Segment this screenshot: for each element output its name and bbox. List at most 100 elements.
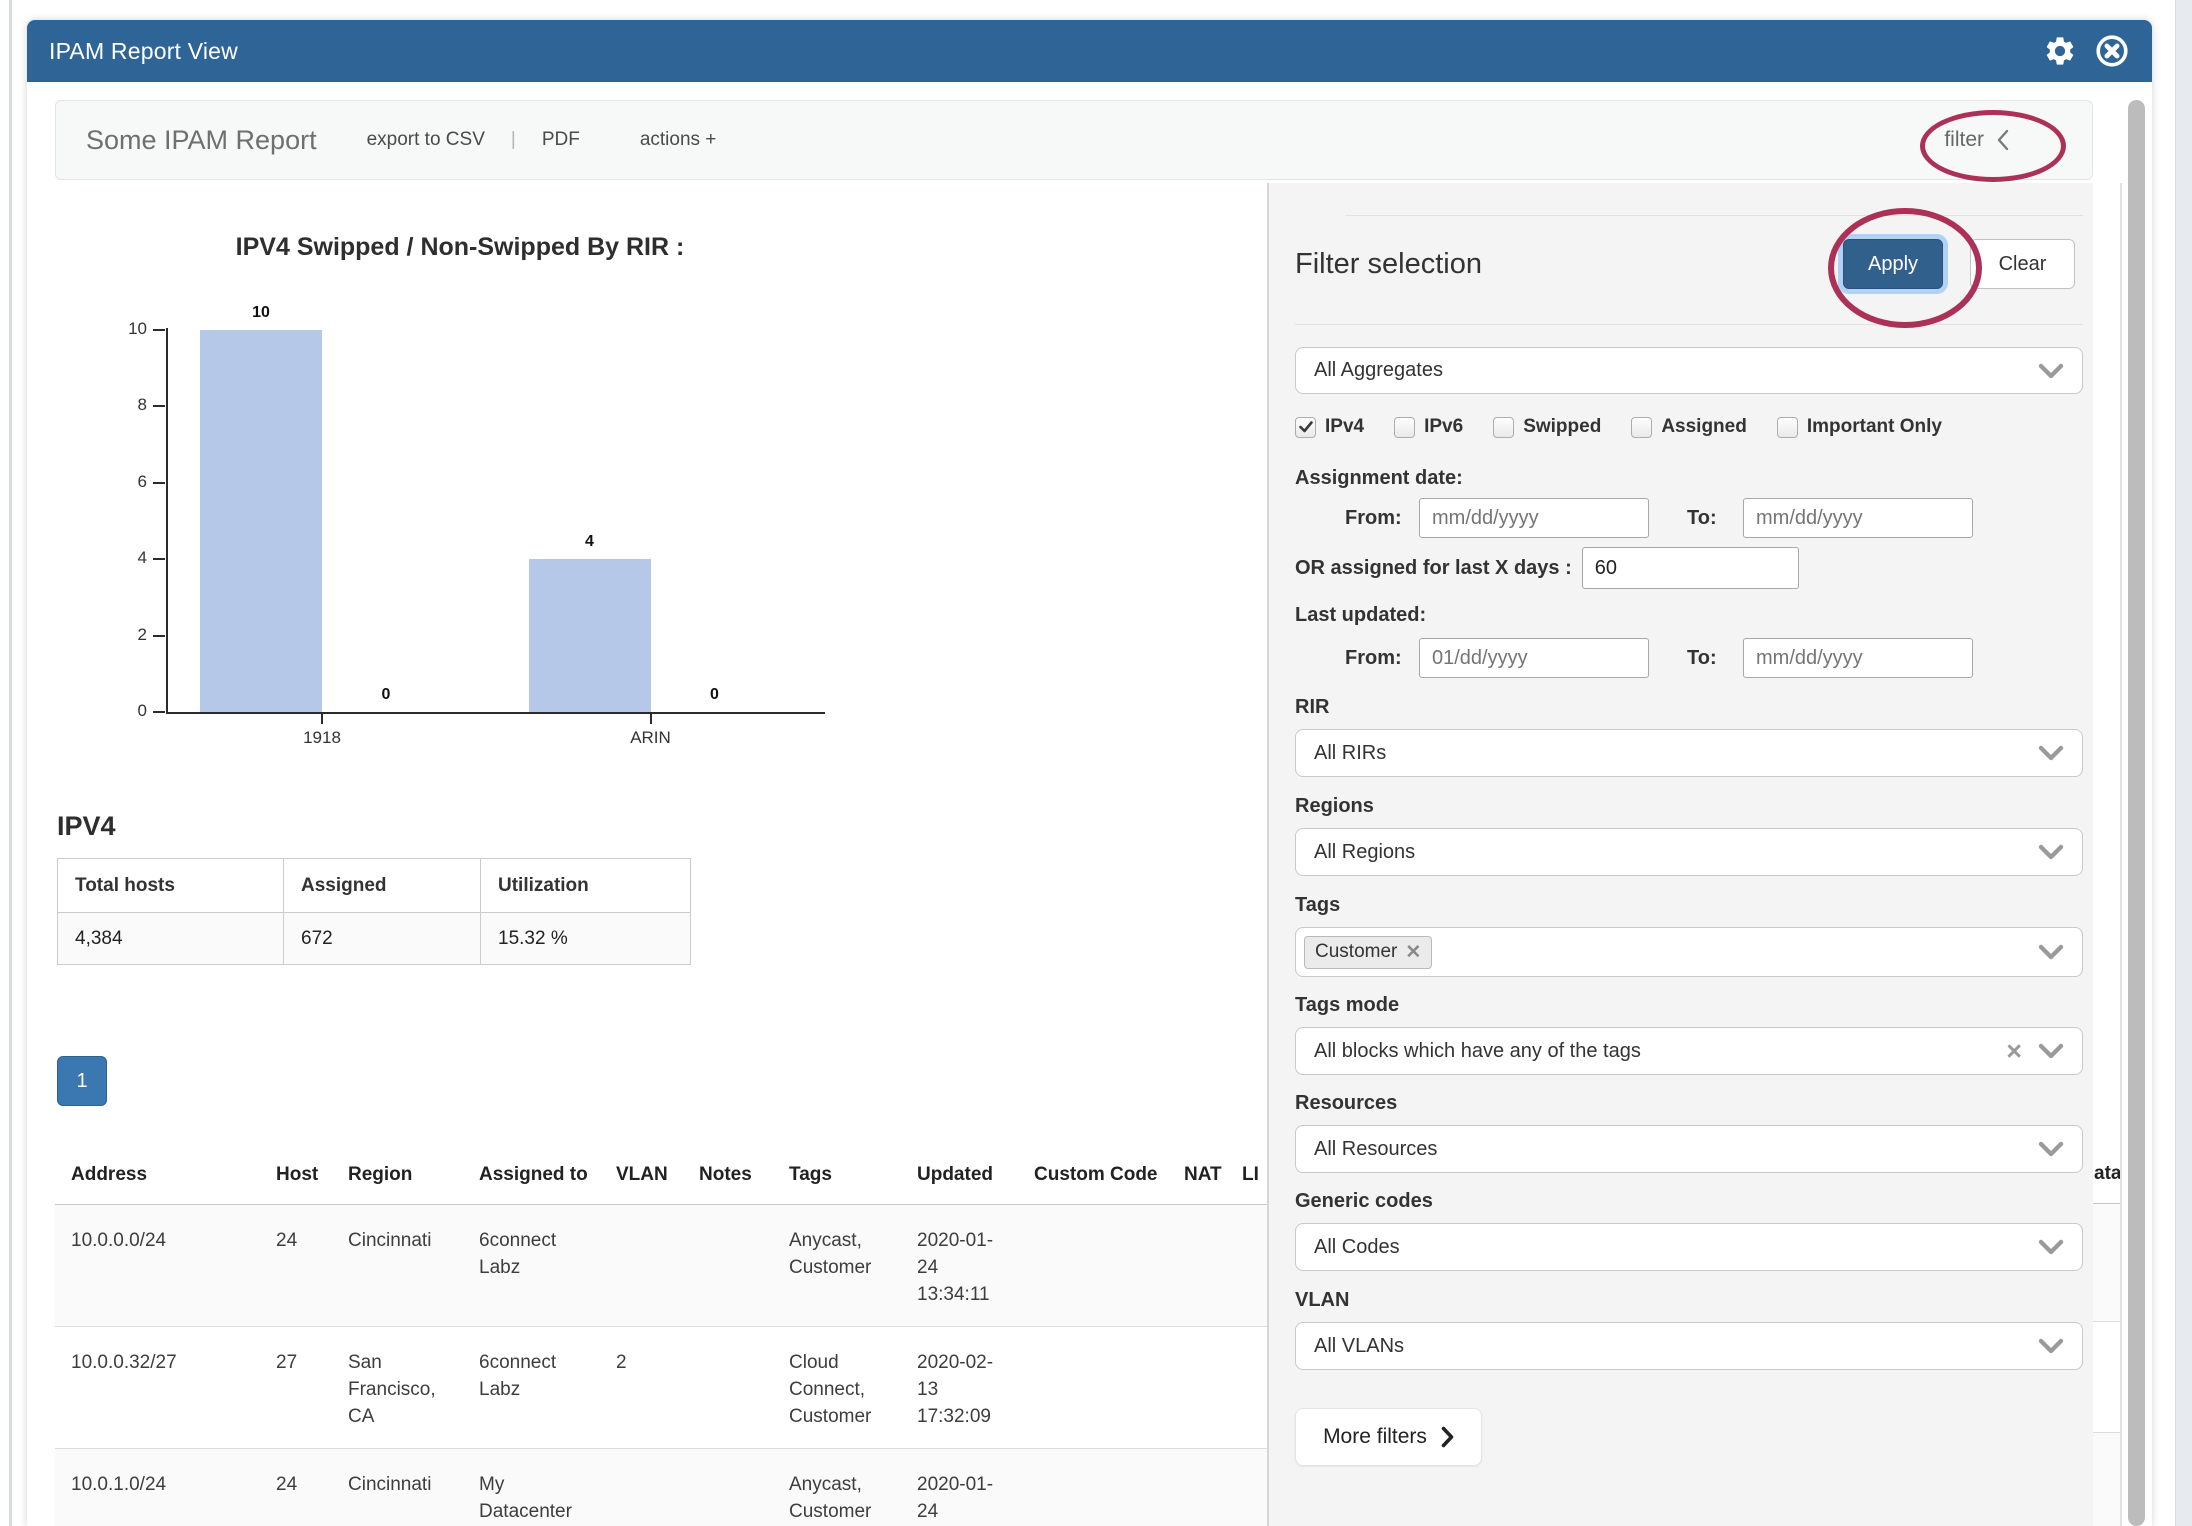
cell-custom-code [1018, 1449, 1168, 1526]
window-body: Some IPAM Report export to CSV | PDF act… [27, 82, 2152, 1526]
vlan-select[interactable]: All VLANs [1295, 1322, 2083, 1370]
cell-updated: 2020-01-24 13:34:11 [901, 1205, 1018, 1327]
last-updated-to-input[interactable] [1743, 638, 1973, 678]
cell-custom-code [1018, 1205, 1168, 1327]
clear-selection-icon[interactable]: × [2006, 1041, 2022, 1061]
col-tags[interactable]: Tags [773, 1148, 901, 1205]
cell-tags: Anycast, Customer [773, 1449, 901, 1526]
col-nat[interactable]: NAT [1168, 1148, 1226, 1205]
cell-nat [1168, 1205, 1226, 1327]
col-vlan[interactable]: VLAN [600, 1148, 683, 1205]
chart-bar-value-label: 0 [325, 686, 447, 704]
row-stripe [2093, 1204, 2122, 1321]
cell-host: 27 [260, 1327, 332, 1449]
checkbox-box [1394, 417, 1415, 438]
vlan-label: VLAN [1295, 1290, 2083, 1310]
table-row[interactable]: 10.0.0.32/27 27 San Francisco, CA 6conne… [55, 1327, 1267, 1449]
checkbox-ipv4[interactable]: IPv4 [1295, 416, 1364, 438]
regions-select[interactable]: All Regions [1295, 828, 2083, 876]
cell-notes [683, 1449, 773, 1526]
summary-total-hosts-value: 4,384 [58, 913, 284, 965]
last-x-days-row: OR assigned for last X days : [1295, 547, 2083, 589]
col-address[interactable]: Address [55, 1148, 260, 1205]
page-left-border [9, 0, 12, 1526]
checkbox-important-only[interactable]: Important Only [1777, 416, 1942, 438]
checkbox-ipv6[interactable]: IPv6 [1394, 416, 1463, 438]
checkbox-box [1295, 417, 1316, 438]
rir-select[interactable]: All RIRs [1295, 729, 2083, 777]
chart-y-tick-label: 0 [93, 701, 147, 721]
remove-tag-icon[interactable]: ✕ [1405, 941, 1421, 964]
tags-mode-select[interactable]: All blocks which have any of the tags × [1295, 1027, 2083, 1075]
col-host[interactable]: Host [260, 1148, 332, 1205]
resources-label: Resources [1295, 1093, 2083, 1113]
resources-select[interactable]: All Resources [1295, 1125, 2083, 1173]
aggregates-select[interactable]: All Aggregates [1295, 347, 2083, 394]
assignment-date-from-input[interactable] [1419, 498, 1649, 538]
col-updated[interactable]: Updated [901, 1148, 1018, 1205]
export-pdf-link[interactable]: PDF [542, 129, 580, 151]
generic-codes-select[interactable]: All Codes [1295, 1223, 2083, 1271]
filter-toggle-link[interactable]: filter [1944, 128, 2010, 152]
chevron-down-icon [2038, 1338, 2064, 1354]
checkbox-swipped[interactable]: Swipped [1493, 416, 1601, 438]
cell-li [1226, 1327, 1267, 1449]
ip-records-table: Address Host Region Assigned to VLAN Not… [55, 1148, 1267, 1526]
export-csv-link[interactable]: export to CSV [367, 129, 485, 151]
close-window-icon[interactable] [2094, 33, 2130, 69]
cell-address[interactable]: 10.0.0.0/24 [55, 1205, 260, 1327]
cell-address[interactable]: 10.0.0.32/27 [55, 1327, 260, 1449]
generic-codes-selected-value: All Codes [1314, 1236, 1400, 1259]
row-border [2093, 1321, 2122, 1322]
chart-bar-value-label: 0 [654, 686, 776, 704]
cell-vlan: 2 [600, 1327, 683, 1449]
last-updated-from-input[interactable] [1419, 638, 1649, 678]
actions-menu-link[interactable]: actions + [640, 129, 717, 151]
last-x-days-input[interactable] [1582, 547, 1799, 589]
cell-region: Cincinnati [332, 1205, 463, 1327]
chevron-down-icon [2038, 745, 2064, 761]
apply-button[interactable]: Apply [1843, 239, 1943, 289]
tag-chip-customer[interactable]: Customer ✕ [1304, 936, 1432, 969]
col-notes[interactable]: Notes [683, 1148, 773, 1205]
pagination-page-1-button[interactable]: 1 [57, 1056, 107, 1106]
more-filters-button[interactable]: More filters [1295, 1408, 1482, 1466]
cell-assigned-to: 6connect Labz [463, 1205, 600, 1327]
chevron-down-icon [2038, 1043, 2064, 1059]
window-titlebar: IPAM Report View [27, 20, 2152, 82]
chevron-down-icon [2038, 944, 2064, 960]
vertical-scrollbar-track[interactable] [2122, 82, 2152, 1526]
col-region[interactable]: Region [332, 1148, 463, 1205]
cell-tags: Anycast, Customer [773, 1205, 901, 1327]
protocol-checkbox-row: IPv4 IPv6 Swipped Assigned [1295, 416, 2083, 438]
cell-address[interactable]: 10.0.1.0/24 [55, 1449, 260, 1526]
checkbox-label: IPv4 [1325, 416, 1364, 438]
checkbox-box [1493, 417, 1514, 438]
chart-y-tick-label: 10 [93, 319, 147, 339]
tags-mode-label: Tags mode [1295, 995, 2083, 1015]
toolbar-separator: | [511, 129, 516, 151]
tags-multiselect[interactable]: Customer ✕ [1295, 927, 2083, 977]
cell-nat [1168, 1327, 1226, 1449]
to-label: To: [1687, 507, 1729, 530]
resources-selected-value: All Resources [1314, 1138, 1437, 1161]
chevron-down-icon [2038, 1141, 2064, 1157]
report-main-area: IPV4 Swipped / Non-Swipped By RIR : 0246… [55, 183, 1267, 1526]
col-custom-code[interactable]: Custom Code [1018, 1148, 1168, 1205]
chart-bar [200, 330, 322, 712]
tags-mode-selected-value: All blocks which have any of the tags [1314, 1040, 1641, 1063]
chart-y-axis [166, 328, 168, 714]
vertical-scrollbar-thumb[interactable] [2128, 100, 2145, 1526]
checkbox-assigned[interactable]: Assigned [1631, 416, 1747, 438]
table-row[interactable]: 10.0.0.0/24 24 Cincinnati 6connect Labz … [55, 1205, 1267, 1327]
assignment-date-to-input[interactable] [1743, 498, 1973, 538]
col-assigned-to[interactable]: Assigned to [463, 1148, 600, 1205]
table-row[interactable]: 10.0.1.0/24 24 Cincinnati My Datacenter … [55, 1449, 1267, 1526]
chart-bar-value-label: 4 [529, 533, 651, 551]
clear-button[interactable]: Clear [1970, 239, 2075, 289]
settings-gear-icon[interactable] [2042, 33, 2078, 69]
cell-host: 24 [260, 1205, 332, 1327]
summary-utilization-value: 15.32 % [481, 913, 691, 965]
col-li-clipped[interactable]: LI [1226, 1148, 1267, 1205]
chart-bar [529, 559, 651, 712]
